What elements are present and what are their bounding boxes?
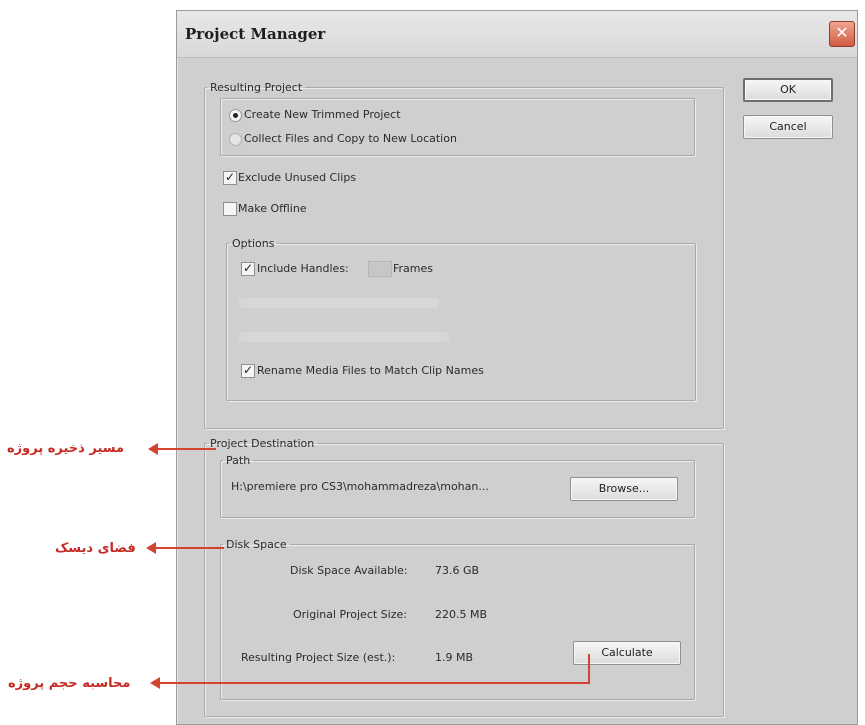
browse-button[interactable]: Browse... [570, 477, 678, 501]
include-handles-label[interactable]: Include Handles: [257, 262, 349, 275]
check-icon: ✓ [242, 261, 254, 275]
path-value: H:\premiere pro CS3\mohammadreza\mohan..… [231, 480, 489, 493]
radio-create-trimmed-label[interactable]: Create New Trimmed Project [244, 108, 401, 121]
project-manager-dialog: Project Manager ✕ OK Cancel Resulting Pr… [176, 10, 858, 725]
radio-icon[interactable] [229, 109, 242, 122]
annotation-calculate-line [158, 682, 590, 684]
cancel-button[interactable]: Cancel [743, 115, 833, 139]
project-type-radio-group [220, 98, 695, 156]
radio-icon[interactable] [229, 133, 242, 146]
dialog-title: Project Manager [185, 25, 326, 43]
annotation-destination-line [156, 448, 216, 450]
radio-collect-files-label[interactable]: Collect Files and Copy to New Location [244, 132, 457, 145]
include-handles-checkbox[interactable]: ✓ [241, 262, 255, 276]
check-icon: ✓ [242, 363, 254, 377]
original-project-size-label: Original Project Size: [293, 608, 407, 621]
annotation-disk-space-text: فضای دیسک [55, 541, 136, 556]
close-button[interactable]: ✕ [829, 21, 855, 47]
browse-button-label: Browse... [598, 482, 650, 495]
exclude-unused-checkbox[interactable]: ✓ [223, 171, 237, 185]
rename-media-label[interactable]: Rename Media Files to Match Clip Names [257, 364, 484, 377]
disabled-option-row [239, 298, 439, 308]
title-bar: Project Manager ✕ [177, 11, 857, 58]
resulting-project-legend: Resulting Project [210, 81, 303, 94]
ok-button-label: OK [780, 83, 796, 96]
handle-frames-input[interactable] [368, 261, 392, 277]
resulting-project-size-value: 1.9 MB [435, 651, 474, 664]
frames-label: Frames [393, 262, 434, 275]
disk-space-available-label: Disk Space Available: [290, 564, 408, 577]
annotation-disk-space-line [154, 547, 224, 549]
resulting-project-size-label: Resulting Project Size (est.): [241, 651, 396, 664]
check-icon: ✓ [224, 170, 236, 184]
disabled-option-row [239, 332, 449, 342]
make-offline-checkbox[interactable] [223, 202, 237, 216]
project-destination-legend: Project Destination [210, 437, 315, 450]
original-project-size-value: 220.5 MB [435, 608, 488, 621]
annotation-calculate-connector [588, 654, 590, 684]
exclude-unused-label[interactable]: Exclude Unused Clips [238, 171, 356, 184]
options-legend: Options [232, 237, 275, 250]
disk-space-available-value: 73.6 GB [435, 564, 480, 577]
close-icon: ✕ [835, 23, 849, 42]
rename-media-checkbox[interactable]: ✓ [241, 364, 255, 378]
annotation-calculate-text: محاسبه حجم پروژه [8, 676, 131, 691]
make-offline-label[interactable]: Make Offline [238, 202, 307, 215]
annotation-destination-text: مسیر ذخیره پروژه [7, 441, 125, 456]
disk-space-legend: Disk Space [226, 538, 287, 551]
cancel-button-label: Cancel [769, 120, 807, 133]
path-legend: Path [226, 454, 251, 467]
calculate-button-label: Calculate [601, 646, 653, 659]
ok-button[interactable]: OK [743, 78, 833, 102]
